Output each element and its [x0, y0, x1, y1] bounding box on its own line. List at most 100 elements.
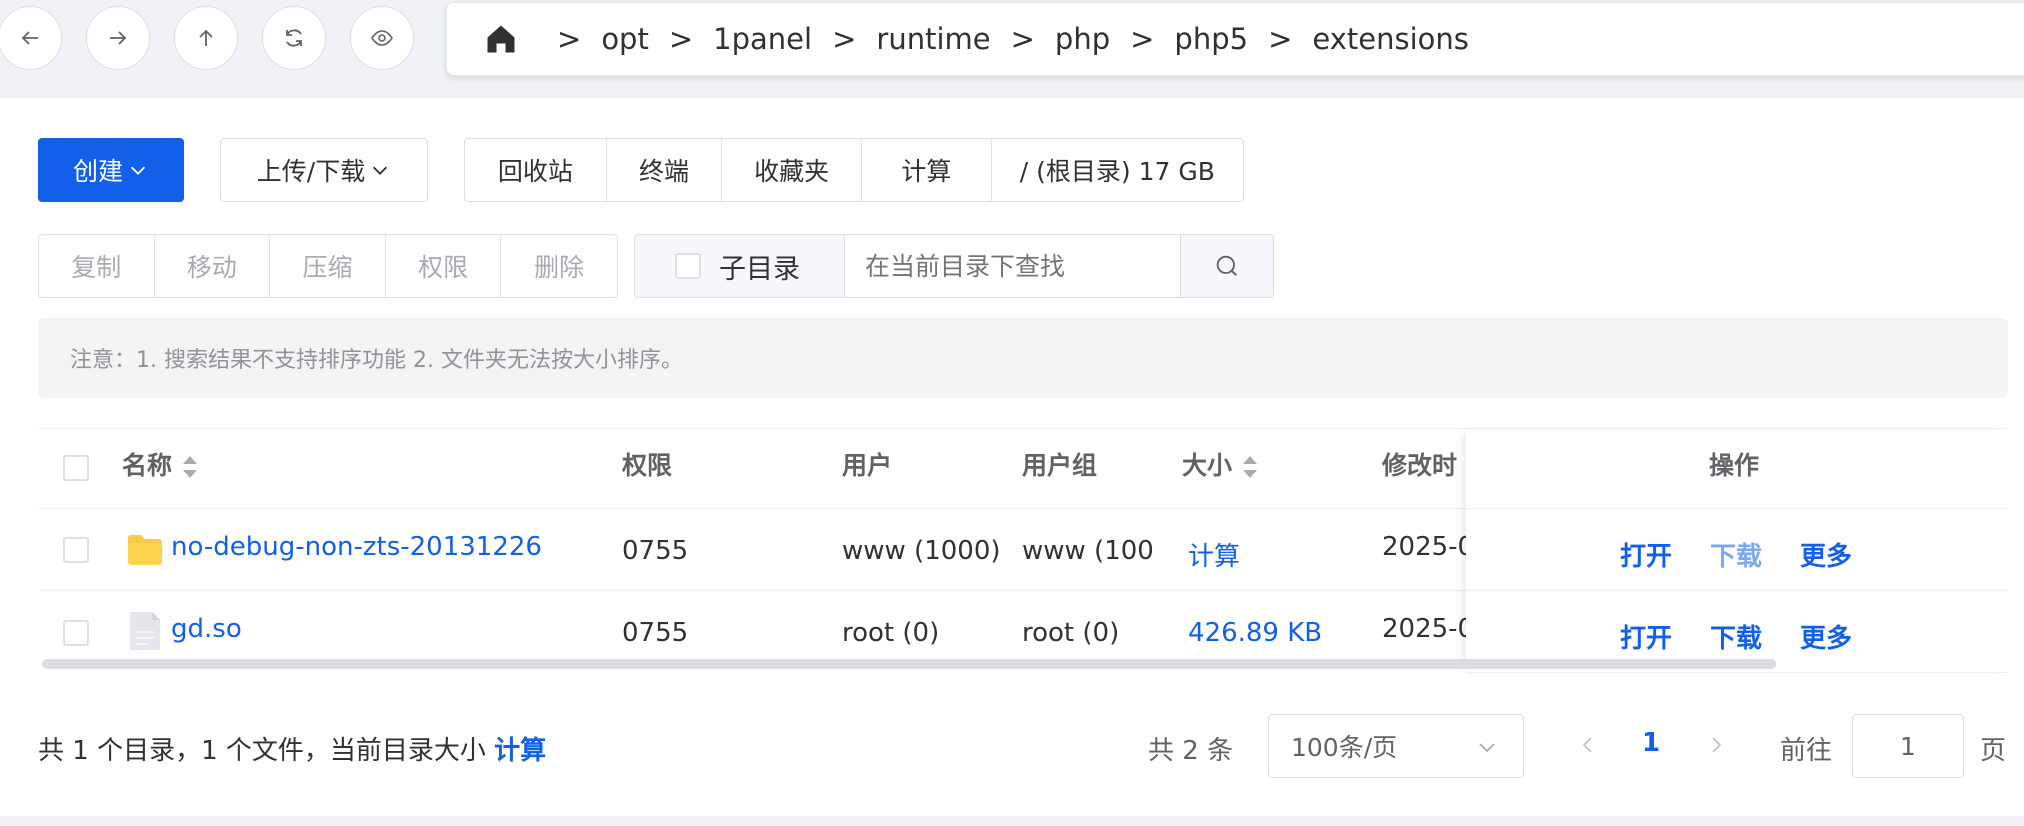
- cell-modified: 2025-0: [1382, 532, 1466, 562]
- refresh-button[interactable]: [262, 6, 326, 70]
- copy-button[interactable]: 复制: [39, 235, 155, 297]
- breadcrumb-item-extensions[interactable]: extensions: [1312, 22, 1468, 56]
- forward-button[interactable]: [86, 6, 150, 70]
- cell-user: www (1000): [842, 536, 1001, 566]
- breadcrumb-item-php[interactable]: php: [1055, 22, 1110, 56]
- open-button[interactable]: 打开: [1620, 618, 1672, 655]
- search-input[interactable]: [845, 235, 1181, 297]
- cell-group: root (0): [1022, 618, 1120, 648]
- cell-permission: 0755: [622, 536, 689, 566]
- calculate-button[interactable]: 计算: [862, 139, 992, 201]
- breadcrumb-item-runtime[interactable]: runtime: [876, 22, 990, 56]
- move-button[interactable]: 移动: [155, 235, 271, 297]
- search-group: 子目录: [634, 234, 1274, 298]
- back-button[interactable]: [0, 6, 62, 70]
- cell-modified: 2025-0: [1382, 614, 1466, 644]
- header-user: 用户: [842, 451, 893, 480]
- header-size[interactable]: 大小: [1182, 446, 1258, 482]
- sort-icon[interactable]: [1242, 454, 1258, 480]
- sort-icon[interactable]: [182, 454, 198, 480]
- row-checkbox[interactable]: [63, 537, 89, 563]
- current-page[interactable]: 1: [1642, 728, 1660, 758]
- cell-user: root (0): [842, 618, 940, 648]
- page-size-value: 100条/页: [1291, 733, 1398, 762]
- row-checkbox[interactable]: [63, 620, 89, 646]
- directory-summary: 共 1 个目录，1 个文件，当前目录大小 计算: [38, 730, 546, 767]
- actions-column: 操作 打开 下载 更多 打开 下载 更多: [1466, 429, 2008, 673]
- breadcrumb-item-1panel[interactable]: 1panel: [713, 22, 812, 56]
- create-label: 创建: [72, 157, 123, 186]
- breadcrumb-separator: >: [1010, 22, 1035, 56]
- header-name[interactable]: 名称: [122, 446, 198, 482]
- chevron-down-icon: [1479, 743, 1495, 753]
- root-disk-button[interactable]: / (根目录) 17 GB: [992, 139, 1243, 201]
- toolbar-group-file-ops: 复制 移动 压缩 权限 删除: [38, 234, 618, 298]
- goto-page-input[interactable]: [1852, 714, 1964, 778]
- goto-label: 前往: [1780, 736, 1833, 766]
- eye-icon: [371, 30, 393, 46]
- terminal-button[interactable]: 终端: [607, 139, 723, 201]
- view-toggle-button[interactable]: [350, 6, 414, 70]
- header-size-label: 大小: [1182, 451, 1233, 480]
- subdir-label: 子目录: [719, 253, 800, 285]
- arrow-up-icon: [199, 29, 213, 46]
- select-all-checkbox[interactable]: [63, 455, 89, 481]
- file-icon: [130, 612, 160, 650]
- permission-button[interactable]: 权限: [386, 235, 502, 297]
- breadcrumb-item-php5[interactable]: php5: [1174, 22, 1248, 56]
- search-icon: [1216, 255, 1237, 276]
- breadcrumb-separator: >: [832, 22, 857, 56]
- page-suffix: 页: [1980, 736, 2007, 766]
- upload-download-label: 上传/下载: [256, 157, 366, 186]
- breadcrumb: > opt > 1panel > runtime > php > php5 > …: [446, 2, 2024, 76]
- chevron-down-icon: [373, 166, 388, 175]
- download-button[interactable]: 下载: [1710, 536, 1762, 573]
- cell-group: www (1000): [1022, 536, 1154, 566]
- subdir-checkbox[interactable]: [675, 253, 701, 279]
- breadcrumb-separator: >: [557, 22, 582, 56]
- header-name-label: 名称: [122, 451, 173, 480]
- delete-button[interactable]: 删除: [501, 235, 617, 297]
- row-border: [1466, 672, 2008, 673]
- file-name-link[interactable]: no-debug-non-zts-20131226: [171, 532, 542, 562]
- favorites-button[interactable]: 收藏夹: [722, 139, 862, 201]
- calculate-size-link[interactable]: 计算: [1188, 536, 1240, 573]
- cell-size: 426.89 KB: [1188, 618, 1323, 648]
- arrow-right-icon: [110, 31, 127, 45]
- cell-permission: 0755: [622, 618, 689, 648]
- recycle-bin-button[interactable]: 回收站: [465, 139, 607, 201]
- download-button[interactable]: 下载: [1710, 618, 1762, 655]
- calculate-dir-link[interactable]: 计算: [494, 736, 546, 766]
- more-button[interactable]: 更多: [1800, 536, 1852, 573]
- create-button[interactable]: 创建: [38, 138, 184, 202]
- header-permission: 权限: [622, 451, 673, 480]
- search-button[interactable]: [1181, 235, 1273, 297]
- arrow-left-icon: [21, 31, 38, 45]
- up-button[interactable]: [174, 6, 238, 70]
- more-button[interactable]: 更多: [1800, 618, 1852, 655]
- prev-page-icon[interactable]: [1576, 733, 1600, 757]
- total-count: 共 2 条: [1148, 736, 1234, 766]
- horizontal-scrollbar[interactable]: [42, 659, 1776, 669]
- breadcrumb-item-opt[interactable]: opt: [601, 22, 649, 56]
- chevron-down-icon: [130, 166, 146, 175]
- breadcrumb-separator: >: [1130, 22, 1155, 56]
- breadcrumb-separator: >: [668, 22, 694, 56]
- folder-icon: [128, 535, 162, 565]
- next-page-icon[interactable]: [1704, 733, 1728, 757]
- breadcrumb-separator: >: [1268, 22, 1293, 56]
- compress-button[interactable]: 压缩: [270, 235, 386, 297]
- refresh-icon: [286, 29, 302, 47]
- open-button[interactable]: 打开: [1620, 536, 1672, 573]
- file-name-link[interactable]: gd.so: [171, 614, 242, 644]
- home-icon[interactable]: [483, 21, 519, 57]
- header-modified: 修改时: [1382, 451, 1458, 480]
- header-group: 用户组: [1022, 451, 1098, 480]
- upload-download-button[interactable]: 上传/下载: [220, 138, 428, 202]
- search-notice: 注意：1. 搜索结果不支持排序功能 2. 文件夹无法按大小排序。: [38, 318, 2008, 398]
- row-border: [1466, 508, 2008, 509]
- row-border: [1466, 590, 2008, 591]
- toolbar-group-tools: 回收站 终端 收藏夹 计算 / (根目录) 17 GB: [464, 138, 1244, 202]
- subdir-toggle[interactable]: 子目录: [635, 235, 845, 297]
- page-size-select[interactable]: 100条/页: [1268, 714, 1524, 778]
